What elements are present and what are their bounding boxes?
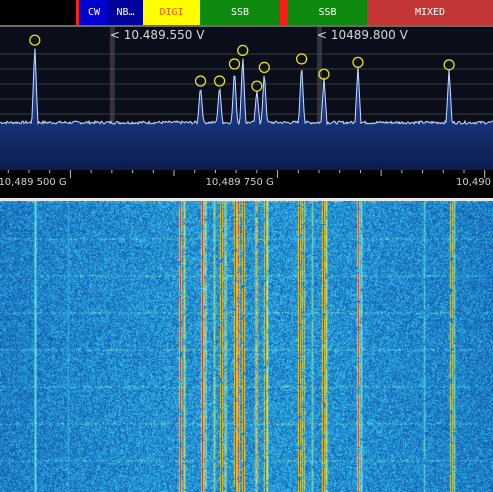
band-segment-ssb-2[interactable]: SSB	[288, 0, 367, 25]
band-segment-ssb-1[interactable]: SSB	[200, 0, 280, 25]
spectrum-plot	[0, 27, 493, 170]
band-segment-blank	[0, 0, 78, 25]
waterfall-canvas	[0, 201, 493, 492]
band-edge-marker	[280, 0, 288, 25]
frequency-scale[interactable]: 10,489 500 G 10,489 750 G 10,490	[0, 170, 493, 198]
band-segment-cw[interactable]: CW	[80, 0, 108, 25]
waterfall-display[interactable]	[0, 201, 493, 492]
band-segment-digi[interactable]: DIGI	[143, 0, 200, 25]
spectrum-display[interactable]: < 10.489.550 V < 10489.800 V	[0, 27, 493, 170]
scale-tick-label: 10,489 500 G	[0, 177, 67, 188]
vfo-b-frequency-label[interactable]: < 10489.800 V	[317, 28, 408, 42]
vfo-a-frequency-label[interactable]: < 10.489.550 V	[110, 28, 205, 42]
band-segment-nb[interactable]: NB…	[108, 0, 143, 25]
band-plan-bar: CW NB… DIGI SSB SSB MIXED	[0, 0, 493, 27]
scale-tick-label: 10,489 750 G	[205, 177, 274, 188]
scale-tick-label: 10,490	[456, 177, 491, 188]
band-segment-mixed[interactable]: MIXED	[367, 0, 493, 25]
band-edge-marker	[76, 0, 79, 25]
